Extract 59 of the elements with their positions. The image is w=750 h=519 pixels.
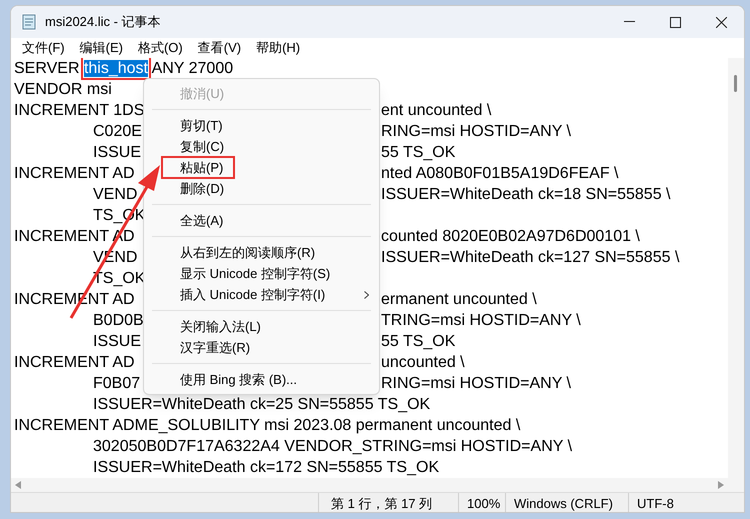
encoding: UTF-8 — [628, 493, 744, 512]
horizontal-scrollbar[interactable] — [11, 478, 728, 492]
text-line: VENDOR msi — [14, 81, 112, 98]
text-line: ISSUER=WhiteDeath ck=172 SN=55855 TS_OK — [93, 459, 440, 476]
context-menu-item[interactable]: 汉字重选(R) — [144, 337, 379, 358]
text-line: ISSUE — [93, 144, 142, 161]
text-line: RING=msi HOSTID=ANY \ — [381, 374, 571, 394]
text-line: ISSUER=WhiteDeath ck=127 SN=55855 \ — [381, 248, 680, 268]
minimize-icon — [624, 21, 634, 23]
context-menu-item[interactable]: 剪切(T) — [144, 115, 379, 136]
close-icon — [716, 16, 726, 28]
selected-text: this_host — [84, 60, 148, 77]
menu-item[interactable]: 文件(F) — [18, 38, 69, 58]
window-title: msi2024.lic - 记事本 — [45, 13, 161, 32]
scroll-thumb[interactable] — [734, 75, 737, 92]
text-line: counted 8020E0B02A97D6D00101 \ — [381, 227, 640, 247]
context-menu-item[interactable]: 从右到左的阅读顺序(R) — [144, 242, 379, 263]
context-menu-item[interactable]: 删除(D) — [144, 178, 379, 199]
text-line: ISSUER=WhiteDeath ck=25 SN=55855 TS_OK — [93, 396, 430, 413]
text-line: VEND — [93, 186, 138, 203]
menu-item[interactable]: 查看(V) — [194, 38, 246, 58]
context-menu-item[interactable]: 粘贴(P) — [144, 157, 379, 178]
text-line: C020E — [93, 123, 142, 140]
menu-item[interactable]: 帮助(H) — [252, 38, 304, 58]
text-line: B0D0B — [93, 312, 144, 329]
text-line: INCREMENT AD — [14, 165, 135, 182]
context-menu-item[interactable]: 全选(A) — [144, 210, 379, 231]
text-line: RING=msi HOSTID=ANY \ — [381, 122, 571, 142]
text-line: INCREMENT ADME_SOLUBILITY msi 2023.08 permanent uncounted \ — [14, 417, 520, 434]
vertical-scrollbar[interactable] — [728, 58, 744, 492]
scroll-right-icon[interactable] — [718, 481, 724, 489]
text-line: 302050B0D7F17A6322A4 VENDOR_STRING=msi HOSTID=ANY \ — [93, 438, 572, 455]
text-line: ermanent uncounted \ — [381, 290, 537, 310]
text-line: ANY 27000 — [150, 60, 234, 77]
text-line: ISSUE — [93, 333, 142, 350]
zoom-level: 100% — [458, 493, 505, 512]
maximize-icon — [670, 16, 680, 28]
menu-item[interactable]: 编辑(E) — [76, 38, 127, 58]
text-line: SERVER — [14, 60, 81, 77]
cursor-position: 第 1 行，第 17 列 — [318, 493, 458, 512]
text-line: nted A080B0F01B5A19D6FEAF \ — [381, 164, 618, 184]
line-ending: Windows (CRLF) — [505, 493, 628, 512]
text-line: 55 TS_OK — [381, 332, 456, 352]
context-menu-item[interactable]: 插入 Unicode 控制字符(I) — [144, 284, 379, 305]
text-line: 55 TS_OK — [381, 143, 456, 163]
text-line: uncounted \ — [381, 353, 465, 373]
text-line: TRING=msi HOSTID=ANY \ — [381, 311, 581, 331]
text-line: ent uncounted \ — [381, 101, 492, 121]
text-line: ISSUER=WhiteDeath ck=18 SN=55855 \ — [381, 185, 670, 205]
context-menu-item[interactable]: 关闭输入法(L) — [144, 316, 379, 337]
context-menu-item[interactable]: 使用 Bing 搜索 (B)... — [144, 369, 379, 390]
text-line: F0B07 — [93, 375, 140, 392]
text-line: INCREMENT AD — [14, 354, 135, 371]
text-line: INCREMENT 1DS — [14, 102, 144, 119]
notepad-icon — [22, 14, 36, 30]
context-menu-item[interactable]: 复制(C) — [144, 136, 379, 157]
scroll-left-icon[interactable] — [15, 481, 21, 489]
menu-item[interactable]: 格式(O) — [134, 38, 187, 58]
context-menu-item[interactable]: 显示 Unicode 控制字符(S) — [144, 263, 379, 284]
